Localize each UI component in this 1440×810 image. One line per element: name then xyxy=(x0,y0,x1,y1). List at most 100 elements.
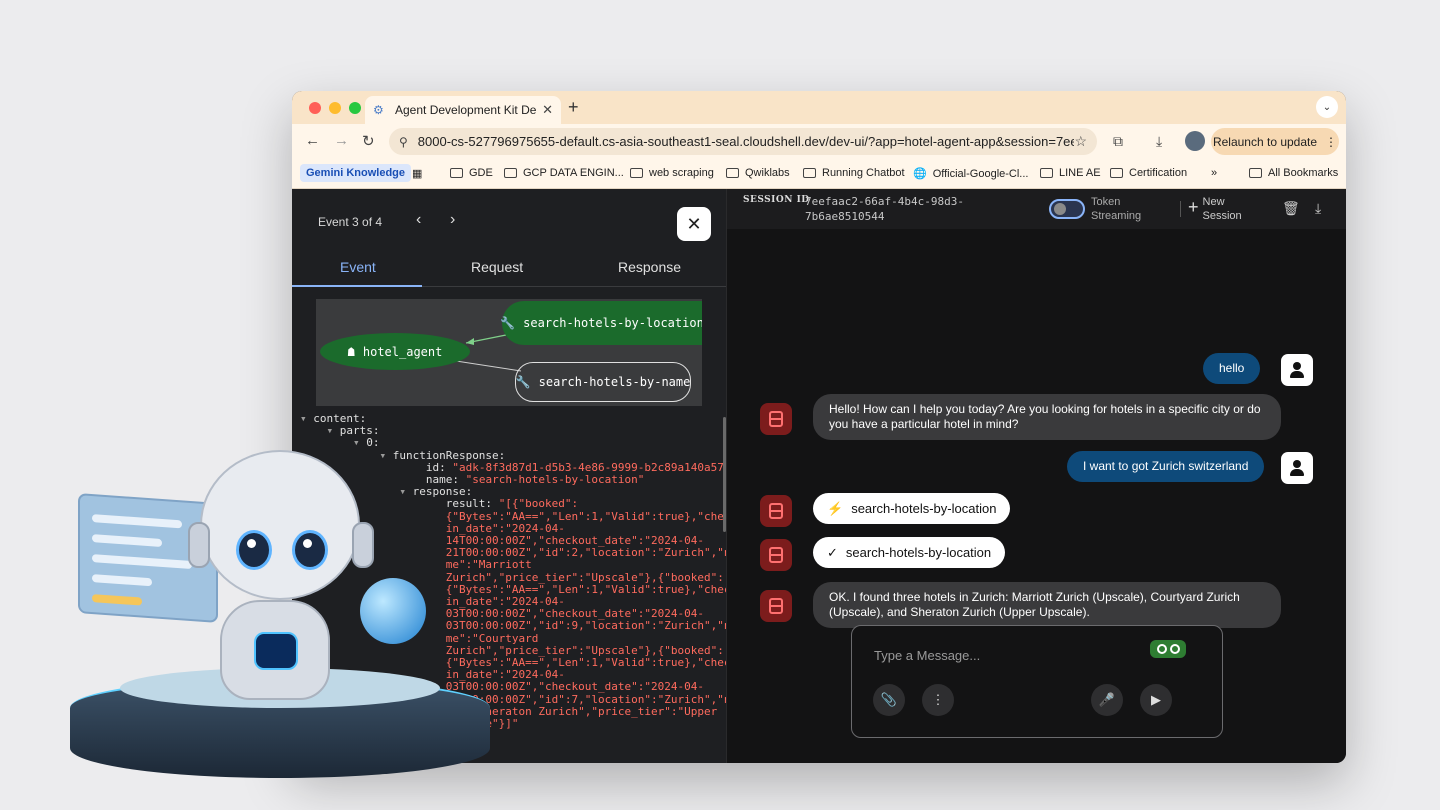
graph-node-search-by-name[interactable]: 🔧 search-hotels-by-name xyxy=(515,362,691,402)
apps-grid-icon[interactable]: ▦ xyxy=(412,167,422,180)
prev-event-chevron-icon[interactable]: ‹ xyxy=(416,211,421,229)
tab-event[interactable]: Event xyxy=(340,259,376,275)
zoom-window-button[interactable] xyxy=(349,102,361,114)
agent-graph: ☗ hotel_agent 🔧 search-hotels-by-locatio… xyxy=(316,299,702,406)
graph-node-agent[interactable]: ☗ hotel_agent xyxy=(320,333,470,370)
bookmarks-bar: Gemini Knowledge ▦ GDE GCP DATA ENGIN...… xyxy=(292,160,1346,189)
tab-request[interactable]: Request xyxy=(471,259,523,275)
user-message: I want to got Zurich switzerland xyxy=(1067,451,1265,482)
bookmark-label: web scraping xyxy=(649,167,714,179)
folder-icon xyxy=(450,168,463,178)
tab-bar: ⚙ Agent Development Kit Dev U ✕ + ⌄ xyxy=(292,91,1346,124)
globe-icon: 🌐 xyxy=(913,168,927,180)
tool-node-label: search-hotels-by-location xyxy=(523,316,702,330)
event-counter: Event 3 of 4 xyxy=(318,215,383,229)
folder-icon xyxy=(1110,168,1123,178)
bookmark-gde[interactable]: GDE xyxy=(450,167,493,179)
profile-avatar[interactable] xyxy=(1185,131,1205,151)
bot-avatar-icon xyxy=(760,495,792,527)
tab-title: Agent Development Kit Dev U xyxy=(395,103,537,117)
plus-icon: + xyxy=(1188,197,1199,217)
new-session-button[interactable]: + New Session xyxy=(1188,195,1247,223)
tab-response[interactable]: Response xyxy=(618,259,681,275)
bot-avatar-icon xyxy=(760,539,792,571)
bookmark-running-chatbot[interactable]: Running Chatbot xyxy=(803,167,905,179)
user-avatar-icon xyxy=(1281,452,1313,484)
microphone-icon[interactable]: 🎤 xyxy=(1091,684,1123,716)
download-icon[interactable]: ⤓ xyxy=(1156,133,1162,150)
next-event-chevron-icon[interactable]: › xyxy=(450,211,455,229)
folder-icon xyxy=(1040,168,1053,178)
bot-avatar-icon xyxy=(760,590,792,622)
grammarly-icon[interactable] xyxy=(1150,640,1186,658)
bookmarks-overflow-icon[interactable]: » xyxy=(1211,167,1217,179)
user-message: hello xyxy=(1203,353,1261,384)
browser-tab[interactable]: ⚙ Agent Development Kit Dev U ✕ xyxy=(365,96,561,124)
bookmark-label: GDE xyxy=(469,167,493,179)
token-streaming-label: Token Streaming xyxy=(1091,196,1142,222)
robot-icon: ☗ xyxy=(347,344,355,359)
bookmark-certification[interactable]: Certification xyxy=(1110,167,1187,179)
robot-head-image xyxy=(188,450,374,600)
bookmark-label: Certification xyxy=(1129,167,1188,179)
header-divider xyxy=(1180,201,1181,217)
function-call-chip[interactable]: ⚡ search-hotels-by-location xyxy=(813,493,1011,524)
back-arrow-icon[interactable]: ← xyxy=(305,132,320,149)
extensions-icon[interactable]: ⧉ xyxy=(1113,133,1123,150)
robot-ear xyxy=(352,522,374,568)
tool-node-label: search-hotels-by-name xyxy=(538,375,691,389)
function-call-label: search-hotels-by-location xyxy=(851,501,997,516)
bookmark-label: Qwiklabs xyxy=(745,167,790,179)
new-tab-button[interactable]: + xyxy=(568,97,579,118)
active-tab-indicator xyxy=(292,285,422,287)
bookmark-line-ae[interactable]: LINE AE xyxy=(1040,167,1101,179)
forward-arrow-icon[interactable]: → xyxy=(334,132,349,149)
event-tabs: Event Request Response xyxy=(292,249,726,287)
relaunch-label: Relaunch to update xyxy=(1212,134,1318,149)
address-bar[interactable]: ⚲ 8000-cs-527796975655-default.cs-asia-s… xyxy=(389,128,1097,155)
site-info-icon[interactable]: ⚲ xyxy=(399,135,408,149)
attach-paperclip-icon[interactable]: 📎 xyxy=(873,684,905,716)
message-input[interactable]: Type a Message... xyxy=(874,648,980,663)
bookmark-official-google[interactable]: 🌐 Official-Google-Cl... xyxy=(913,167,1029,181)
folder-icon xyxy=(630,168,643,178)
bookmark-qwiklabs[interactable]: Qwiklabs xyxy=(726,167,790,179)
check-icon: ✓ xyxy=(827,544,838,560)
bookmark-label: GCP DATA ENGIN... xyxy=(523,167,624,179)
robot-illustration xyxy=(70,440,490,780)
reload-icon[interactable]: ↻ xyxy=(362,132,375,150)
bookmark-web-scraping[interactable]: web scraping xyxy=(630,167,714,179)
tab-search-chevron-icon[interactable]: ⌄ xyxy=(1316,96,1338,118)
bookmark-star-icon[interactable]: ☆ xyxy=(1074,133,1087,150)
user-avatar-icon xyxy=(1281,354,1313,386)
minimize-window-button[interactable] xyxy=(329,102,341,114)
graph-node-search-by-location[interactable]: 🔧 search-hotels-by-location xyxy=(500,301,702,345)
delete-trash-icon[interactable]: 🗑 xyxy=(1282,200,1300,217)
wrench-icon: 🔧 xyxy=(500,316,516,330)
new-session-label: New Session xyxy=(1202,196,1242,222)
token-streaming-toggle[interactable] xyxy=(1049,199,1085,219)
download-session-icon[interactable]: ⤓ xyxy=(1315,200,1321,217)
close-tab-icon[interactable]: ✕ xyxy=(542,102,553,118)
close-window-button[interactable] xyxy=(309,102,321,114)
bookmark-gemini-knowledge[interactable]: Gemini Knowledge xyxy=(300,164,412,182)
bookmark-label: Official-Google-Cl... xyxy=(932,167,1029,180)
bookmark-gcp[interactable]: GCP DATA ENGIN... xyxy=(504,167,624,179)
close-panel-button[interactable]: ✕ xyxy=(677,207,711,241)
bookmark-all-bookmarks[interactable]: All Bookmarks xyxy=(1249,167,1338,179)
folder-icon xyxy=(1249,168,1262,178)
folder-icon xyxy=(726,168,739,178)
adk-favicon-icon: ⚙ xyxy=(373,103,384,117)
more-options-icon[interactable]: ⋮ xyxy=(922,684,954,716)
relaunch-button[interactable]: Relaunch to update ⋮ xyxy=(1211,128,1339,155)
window-controls xyxy=(309,102,361,114)
url-text: 8000-cs-527796975655-default.cs-asia-sou… xyxy=(417,134,1075,149)
function-response-chip[interactable]: ✓ search-hotels-by-location xyxy=(813,537,1006,568)
video-camera-icon[interactable]: ▶ xyxy=(1140,684,1172,716)
message-composer[interactable]: Type a Message... 📎 ⋮ 🎤 ▶ xyxy=(851,625,1223,738)
bookmark-label: Running Chatbot xyxy=(822,167,905,179)
session-id-value: 7eefaac2-66af-4b4c-98d3-7b6ae8510544 xyxy=(805,195,964,223)
bot-message: Hello! How can I help you today? Are you… xyxy=(813,394,1281,440)
chat-panel: SESSION ID 7eefaac2-66af-4b4c-98d3-7b6ae… xyxy=(726,189,1346,763)
robot-eye xyxy=(236,530,272,570)
